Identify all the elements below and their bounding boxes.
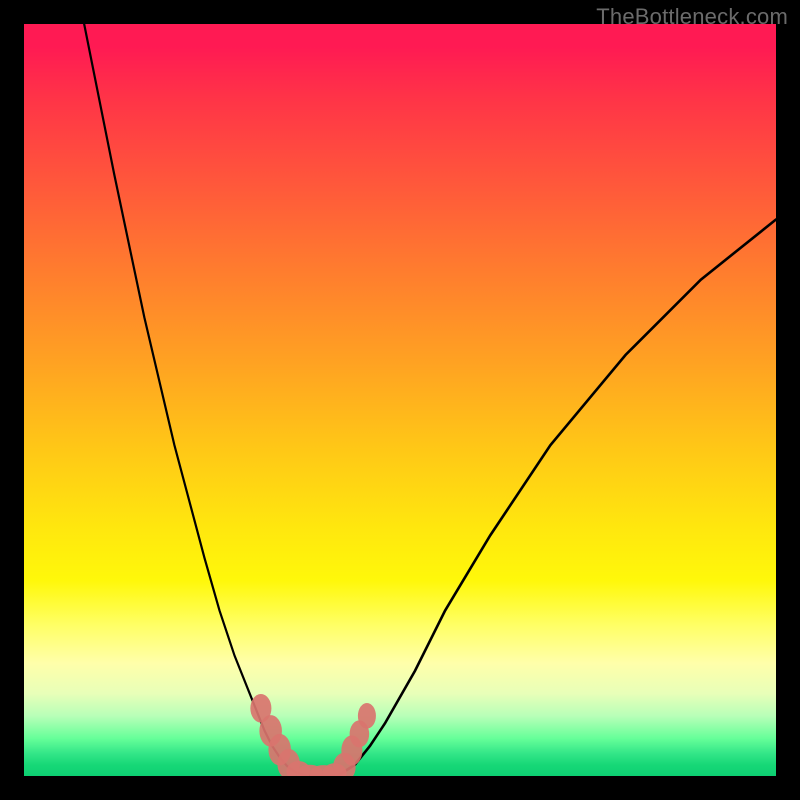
curve-layer — [84, 24, 776, 776]
data-marker — [358, 703, 376, 729]
watermark-text: TheBottleneck.com — [596, 4, 788, 30]
plot-area — [24, 24, 776, 776]
chart-frame: TheBottleneck.com — [0, 0, 800, 800]
series-right-curve — [340, 220, 776, 775]
chart-svg — [24, 24, 776, 776]
series-left-curve — [84, 24, 302, 775]
